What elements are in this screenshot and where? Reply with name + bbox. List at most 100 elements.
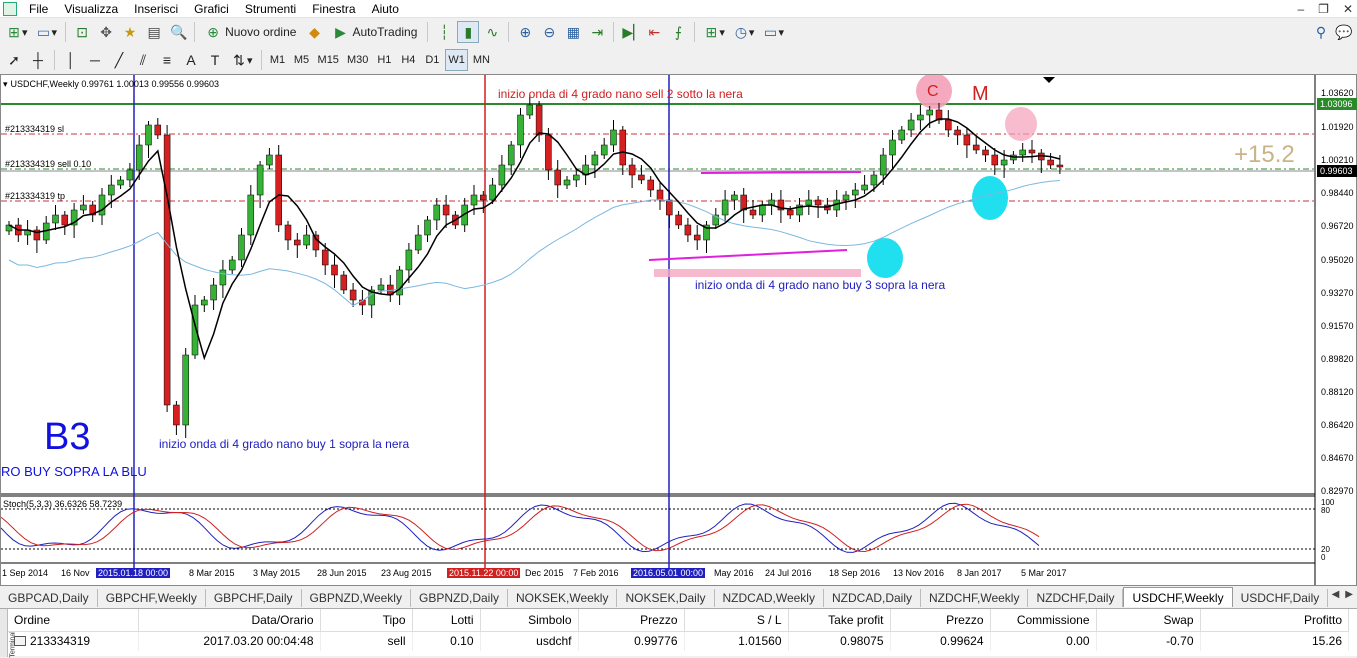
col-symbol[interactable]: Simbolo — [480, 609, 579, 632]
auto-scroll-button[interactable]: ▶▏ — [619, 21, 644, 43]
indicators-button[interactable]: ⨍ — [667, 21, 689, 43]
price-chart-svg[interactable] — [1, 75, 1356, 585]
tf-m15-button[interactable]: M15 — [315, 49, 342, 71]
new-order-button[interactable]: ⊕ Nuovo ordine — [200, 21, 301, 43]
vertical-line-button[interactable]: │ — [60, 49, 82, 71]
tf-m30-button[interactable]: M30 — [344, 49, 371, 71]
fibonacci-button[interactable]: ≡ — [156, 49, 178, 71]
tab-gbpcad-daily[interactable]: GBPCAD,Daily — [0, 589, 98, 607]
candle-body — [786, 209, 794, 216]
tab-nzdchf-weekly[interactable]: NZDCHF,Weekly — [921, 589, 1029, 607]
menu-view[interactable]: Visualizza — [56, 0, 126, 18]
tab-gbpchf-daily[interactable]: GBPCHF,Daily — [206, 589, 302, 607]
col-type[interactable]: Tipo — [320, 609, 413, 632]
bar-chart-button[interactable]: ┆ — [433, 21, 455, 43]
col-sl[interactable]: S / L — [684, 609, 789, 632]
separator — [694, 22, 696, 42]
candle-body — [954, 129, 961, 136]
new-chart-button[interactable]: ⊞ ▾ — [3, 21, 31, 43]
cursor-button[interactable]: ➚ — [3, 49, 25, 71]
chat-icon[interactable]: 💬 — [1335, 24, 1352, 40]
candle-body — [52, 214, 59, 224]
strategy-tester-button[interactable]: 🔍 — [167, 21, 189, 43]
tf-d1-button[interactable]: D1 — [421, 49, 443, 71]
tab-nzdcad-weekly[interactable]: NZDCAD,Weekly — [715, 589, 824, 607]
col-current-price[interactable]: Prezzo — [890, 609, 991, 632]
tab-noksek-weekly[interactable]: NOKSEK,Weekly — [508, 589, 618, 607]
tf-w1-button[interactable]: W1 — [445, 49, 468, 71]
menu-file[interactable]: File — [21, 0, 56, 18]
price-axis-label: 0.98440 — [1321, 188, 1354, 198]
tf-h1-button[interactable]: H1 — [373, 49, 395, 71]
label-button[interactable]: T — [204, 49, 226, 71]
line-chart-button[interactable]: ∿ — [481, 21, 503, 43]
candle-body — [201, 299, 208, 306]
close-icon[interactable]: ✕ — [1343, 0, 1353, 18]
candle-body — [852, 189, 859, 196]
search-icon[interactable]: ⚲ — [1313, 24, 1329, 40]
table-row[interactable]: 213334319 2017.03.20 00:04:48 sell 0.10 … — [8, 631, 1349, 651]
tab-gbpnzd-daily[interactable]: GBPNZD,Daily — [411, 589, 508, 607]
tab-gbpnzd-weekly[interactable]: GBPNZD,Weekly — [302, 589, 411, 607]
channel-button[interactable]: ⫽ — [132, 49, 154, 71]
data-window-button[interactable]: ✥ — [95, 21, 117, 43]
menu-charts[interactable]: Grafici — [186, 0, 237, 18]
horizontal-line-button[interactable]: ─ — [84, 49, 106, 71]
candle-body — [517, 114, 524, 146]
col-datetime[interactable]: Data/Orario — [138, 609, 321, 632]
periods-button[interactable]: ◷ ▾ — [730, 21, 758, 43]
profiles-button[interactable]: ▭ ▾ — [33, 21, 61, 43]
text-button[interactable]: A — [180, 49, 202, 71]
tab-noksek-daily[interactable]: NOKSEK,Daily — [617, 589, 715, 607]
time-axis-label: 1 Sep 2014 — [2, 568, 49, 578]
col-lots[interactable]: Lotti — [412, 609, 481, 632]
tab-nzdchf-daily[interactable]: NZDCHF,Daily — [1028, 589, 1124, 607]
tf-h4-button[interactable]: H4 — [397, 49, 419, 71]
zoom-in-button[interactable]: ⊕ — [514, 21, 536, 43]
terminal-button[interactable]: ▤ — [143, 21, 165, 43]
arrows-button[interactable]: ⇅ ▾ — [228, 49, 256, 71]
market-watch-button[interactable]: ⊡ — [71, 21, 93, 43]
menu-insert[interactable]: Inserisci — [126, 0, 186, 18]
candle-body — [684, 224, 692, 236]
navigator-button[interactable]: ★ — [119, 21, 141, 43]
col-commission[interactable]: Commissione — [990, 609, 1097, 632]
meta-editor-button[interactable]: ◆ — [303, 21, 325, 43]
tab-nzdcad-daily[interactable]: NZDCAD,Daily — [824, 589, 921, 607]
menu-window[interactable]: Finestra — [304, 0, 363, 18]
candle-body — [275, 154, 282, 226]
menu-help[interactable]: Aiuto — [364, 0, 407, 18]
tf-m1-button[interactable]: M1 — [267, 49, 289, 71]
tab-scroll-left-icon[interactable]: ◀ — [1332, 589, 1340, 600]
chart-window[interactable]: ▾ USDCHF,Weekly 0.99761 1.00013 0.99556 0… — [0, 74, 1357, 586]
chart-shift-end-button[interactable]: ⇤ — [643, 21, 665, 43]
minimize-icon[interactable]: – — [1297, 0, 1304, 18]
col-profit[interactable]: Profitto — [1200, 609, 1349, 632]
col-order[interactable]: Ordine — [8, 609, 139, 632]
autotrading-button[interactable]: ▶ AutoTrading — [327, 21, 422, 43]
tab-usdchf-weekly[interactable]: USDCHF,Weekly — [1123, 587, 1233, 607]
zoom-out-button[interactable]: ⊖ — [538, 21, 560, 43]
tab-usdchf-daily[interactable]: USDCHF,Daily — [1233, 589, 1329, 607]
candle-body — [303, 234, 310, 246]
separator — [613, 22, 615, 42]
add-indicator-button[interactable]: ⊞ ▾ — [700, 21, 728, 43]
tab-scroll-right-icon[interactable]: ▶ — [1345, 589, 1353, 600]
candle-body — [907, 119, 915, 131]
crosshair-button[interactable]: ┼ — [27, 49, 49, 71]
candle-body — [879, 154, 887, 176]
restore-icon[interactable]: ❐ — [1318, 0, 1329, 18]
tf-m5-button[interactable]: M5 — [291, 49, 313, 71]
col-swap[interactable]: Swap — [1096, 609, 1201, 632]
col-tp[interactable]: Take profit — [788, 609, 891, 632]
menu-tools[interactable]: Strumenti — [237, 0, 304, 18]
tf-mn-button[interactable]: MN — [470, 49, 493, 71]
col-price[interactable]: Prezzo — [578, 609, 685, 632]
tab-gbpchf-weekly[interactable]: GBPCHF,Weekly — [98, 589, 206, 607]
templates-button[interactable]: ▭ ▾ — [759, 21, 787, 43]
chart-shift-button[interactable]: ⇥ — [586, 21, 608, 43]
candle-body — [563, 179, 571, 186]
tile-windows-button[interactable]: ▦ — [562, 21, 584, 43]
candlestick-button[interactable]: ▮ — [457, 21, 480, 43]
trendline-button[interactable]: ╱ — [108, 49, 130, 71]
